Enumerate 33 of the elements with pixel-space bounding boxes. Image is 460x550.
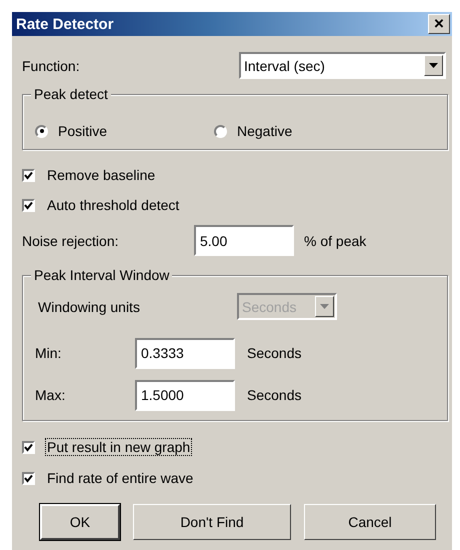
dialog-button[interactable]: OK	[40, 504, 120, 540]
noise-rejection-field[interactable]: 5.00	[194, 225, 294, 256]
checkbox[interactable]	[22, 198, 35, 212]
checkbox[interactable]	[22, 472, 35, 484]
field-label: Min:	[35, 345, 62, 361]
radio-label: Negative	[237, 123, 292, 139]
function-dropdown[interactable]: Interval (sec)	[239, 52, 446, 79]
radio-label: Positive	[58, 123, 108, 139]
checkbox-label: Auto threshold detect	[46, 196, 180, 214]
windowing-units-label: Windowing units	[38, 298, 141, 314]
group-title: Peak detect	[31, 86, 111, 102]
dialog-button[interactable]: Cancel	[304, 504, 436, 540]
dropdown-arrow-icon	[320, 304, 329, 309]
number-field[interactable]: 0.3333	[135, 338, 235, 368]
unit-label: Seconds	[247, 387, 302, 403]
checkbox-label: Remove baseline	[46, 166, 156, 184]
checkbox[interactable]	[22, 440, 35, 454]
number-field[interactable]: 1.5000	[135, 380, 235, 410]
dialog-button[interactable]: Don't Find	[133, 504, 291, 540]
group-title: Peak Interval Window	[31, 267, 172, 283]
window-title: Rate Detector	[16, 16, 114, 32]
unit-label: Seconds	[247, 345, 302, 361]
checkbox-label: Find rate of entire wave	[46, 469, 194, 487]
checkbox[interactable]	[22, 168, 35, 182]
radio-button[interactable]	[214, 124, 227, 138]
radio-button[interactable]	[35, 124, 48, 138]
unit-label: % of peak	[304, 232, 366, 248]
noise-rejection-label: Noise rejection:	[22, 232, 120, 248]
dropdown-arrow-icon	[429, 63, 438, 68]
function-label: Function:	[22, 58, 81, 74]
close-button[interactable]: ×	[428, 14, 450, 34]
field-label: Max:	[35, 387, 66, 403]
checkbox-label: Put result in new graph	[45, 438, 192, 456]
